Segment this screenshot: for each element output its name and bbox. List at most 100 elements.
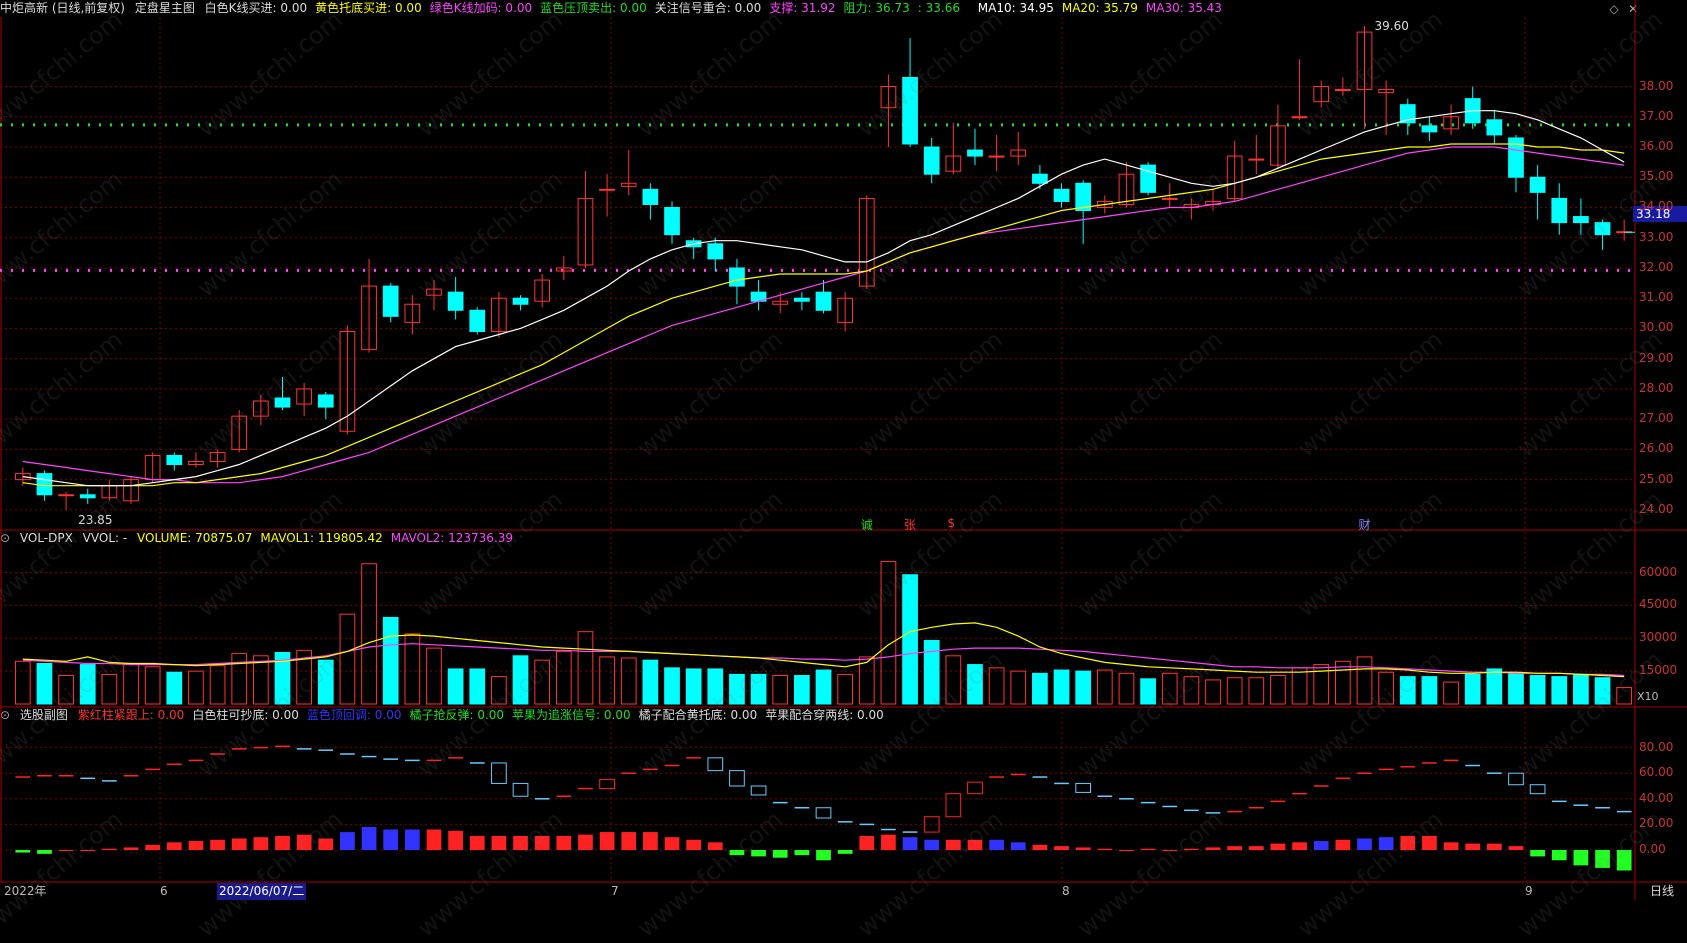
signal-bar [1400,835,1416,850]
period-selector[interactable]: 日线 [1650,883,1677,900]
candle-body [1594,222,1611,236]
signal-bar [469,835,485,850]
volume-bar [1378,671,1394,705]
signal-bar [1486,843,1502,850]
main-y-tick: 29.00 [1639,350,1674,365]
volume-bar [1464,673,1481,705]
signal-bar [58,850,74,851]
trend-step-box [945,793,962,818]
main-y-tick: 26.00 [1639,441,1674,456]
event-marker[interactable]: 诚 [861,516,873,533]
volume-bar [880,561,897,705]
candle-body [988,155,1005,158]
ma20-line [22,143,1625,487]
event-marker[interactable]: $ [947,516,955,530]
signal-bar [1465,843,1481,850]
mavol1-line [22,622,1625,678]
volume-bar [837,673,853,705]
volume-bar [1183,676,1200,705]
volume-bar [1399,676,1416,705]
volume-bar [685,668,702,705]
candle-body [447,291,464,311]
volume-bar [1529,675,1546,705]
candle-body [1032,173,1048,184]
main-y-tick: 37.00 [1639,108,1674,123]
volume-bar [1161,672,1178,705]
signal-bar [491,835,507,850]
candle-body [1421,125,1438,133]
trend-step-box [599,779,615,790]
volume-bar [1096,669,1113,705]
volume-bar [555,650,572,705]
volume-bar [426,647,442,705]
volume-bar [1226,677,1243,705]
date-axis-bar: 2022年 6 2022/06/07/二 7 8 9 日线 [0,883,1687,900]
volume-bar [1356,656,1373,705]
signal-bar [816,850,831,861]
volume-bar [642,659,659,705]
volume-bar [620,657,637,705]
signal-bar [1595,850,1610,868]
volume-bar [707,668,724,705]
signal-bar [664,837,680,850]
trend-step-box [707,757,724,772]
candle-body [815,291,832,311]
volume-bar [1118,672,1135,705]
signal-bar [513,835,528,850]
volume-bar [123,664,139,705]
main-y-tick: 35.00 [1639,169,1674,184]
candle-body [1248,158,1265,161]
volume-bar [1205,679,1221,705]
signal-bar [253,837,269,850]
candle-body [599,188,615,191]
volume-bar [361,563,377,705]
event-marker[interactable]: 财 [1359,516,1371,533]
sub-y-tick: 80.00 [1639,739,1674,754]
candle-body [1335,89,1351,92]
volume-bar [1616,687,1633,705]
trend-step-box [967,781,983,795]
signal-bar [1551,850,1567,861]
signal-bar [1443,842,1459,850]
volume-bar [902,574,918,705]
sub-y-tick: 40.00 [1639,790,1674,805]
volume-bar [231,653,248,705]
signal-bar [1205,847,1221,850]
volume-bar [750,673,767,705]
signal-bar [102,848,117,850]
volume-bar [815,669,832,705]
candle-body [923,146,940,175]
candle-body [166,454,183,466]
date-label-july: 7 [611,884,619,898]
candle-body [382,285,399,317]
volume-bar [491,676,507,705]
volume-y-tick: 15000 [1639,663,1678,678]
volume-bar [1140,678,1156,705]
volume-bar [945,655,962,705]
signal-bar [1616,850,1632,871]
signal-bar [383,829,399,850]
signal-bar [1140,848,1156,850]
candle-body [1161,197,1178,200]
trend-step-box [1508,772,1524,786]
event-marker[interactable]: 张 [904,516,916,533]
signal-bar [231,838,247,850]
volume-y-tick: 60000 [1639,564,1678,579]
date-label-year: 2022年 [4,884,47,898]
signal-bar [1097,848,1113,850]
signal-bar [404,829,420,850]
volume-bar [101,673,118,705]
signal-bar [707,842,723,850]
main-y-tick: 31.00 [1639,290,1674,305]
volume-bar [1594,677,1611,705]
volume-bar [923,639,940,705]
candle-body [664,206,680,236]
volume-bar [1032,672,1048,705]
candle-body [642,188,659,205]
signal-bar [1184,848,1199,850]
volume-bar [772,675,789,705]
main-y-tick: 38.00 [1639,78,1674,93]
stock-chart[interactable]: 39.60 23.85 [0,0,1687,900]
main-y-tick: 27.00 [1639,411,1674,426]
date-label-june: 6 [160,884,168,898]
